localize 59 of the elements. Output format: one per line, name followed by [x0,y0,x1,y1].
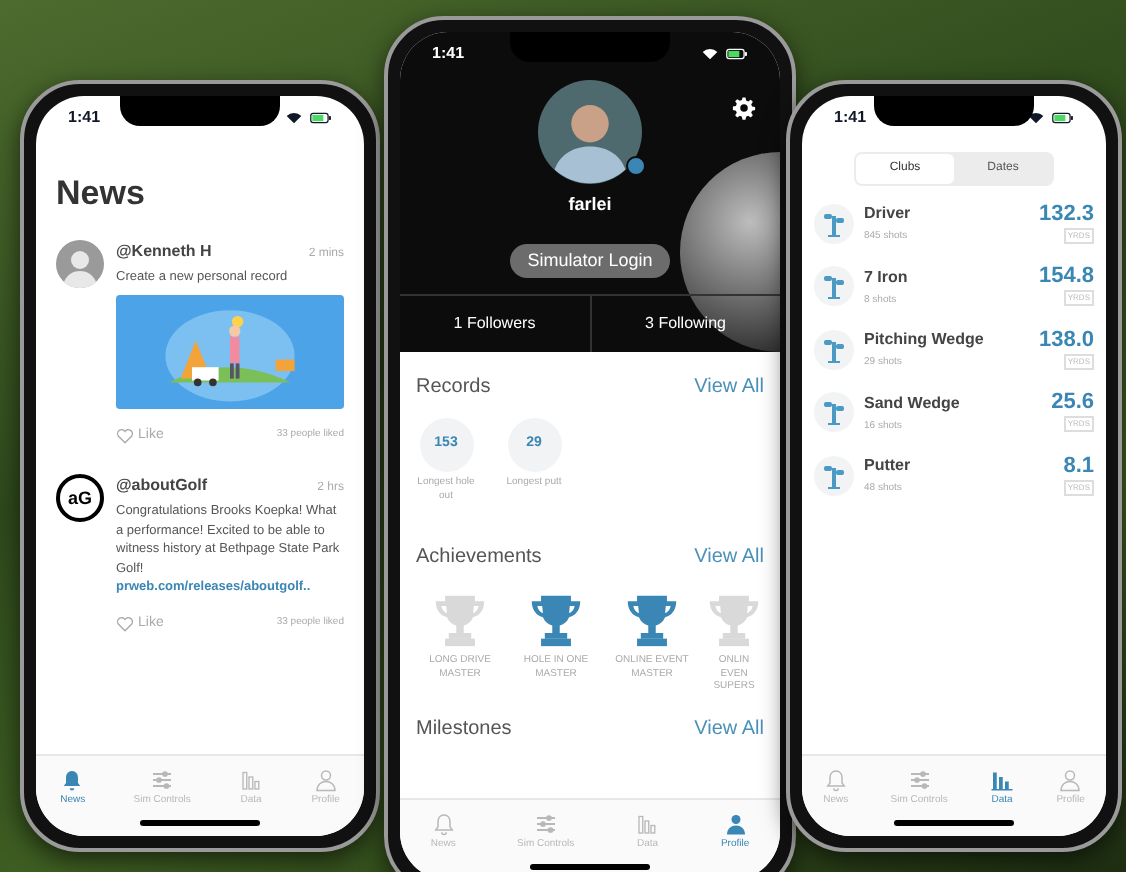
simulator-login-button[interactable]: Simulator Login [509,243,671,278]
sliders-icon [150,768,175,792]
status-time: 1:41 [68,106,101,130]
golf-club-icon [814,266,854,307]
status-time: 1:41 [834,106,867,130]
battery-icon [310,112,332,124]
golf-club-icon [814,392,854,433]
battery-icon [726,48,748,60]
post-author: @Kenneth H [116,239,212,263]
settings-icon [732,96,756,120]
view-all-link[interactable]: View All [694,713,764,743]
view-all-link[interactable]: View All [694,372,764,402]
avatar-icon [538,80,642,184]
avatar-icon [56,239,104,287]
heart-icon [116,616,134,633]
club-name: Putter [864,454,913,478]
post-author: @aboutGolf [116,474,208,499]
bar-chart-icon [990,768,1015,792]
person-icon [313,768,338,792]
club-name: Sand Wedge [864,391,962,415]
golf-club-icon [814,203,854,244]
golf-club-icon [814,329,854,370]
following-button[interactable]: 3 Following [591,296,780,352]
status-badge [626,156,646,176]
sliders-icon [533,812,558,836]
home-indicator [530,864,650,870]
bell-icon [60,768,85,792]
page-title: News [56,172,147,216]
view-all-link[interactable]: View All [694,542,764,572]
logo-avatar: aG [56,474,104,523]
club-name: Pitching Wedge [864,328,986,352]
club-name: Driver [864,202,913,226]
sliders-icon [907,768,932,792]
club-distance: 25.6 [1051,392,1094,415]
club-distance: 8.1 [1063,455,1094,478]
section-title: Achievements [416,544,542,572]
club-distance: 132.3 [1038,203,1094,226]
section-title: Milestones [416,715,512,743]
bell-icon [431,812,456,836]
username: farlei [568,192,612,218]
home-indicator [140,820,260,826]
followers-button[interactable]: 1 Followers [400,296,591,352]
person-icon [723,812,748,836]
heart-icon [116,428,134,445]
bar-chart-icon [635,812,660,836]
status-time: 1:41 [432,42,465,66]
club-name: 7 Iron [864,265,910,289]
home-indicator [894,820,1014,826]
club-distance: 138.0 [1038,329,1094,352]
golf-club-icon [814,455,854,496]
bar-chart-icon [239,768,264,792]
wifi-icon [286,112,302,124]
club-distance: 154.8 [1038,266,1094,289]
section-title: Records [416,374,491,402]
battery-icon [1052,112,1074,124]
bell-icon [823,768,848,792]
person-icon [1058,768,1083,792]
wifi-icon [1028,112,1044,124]
wifi-icon [702,48,718,60]
